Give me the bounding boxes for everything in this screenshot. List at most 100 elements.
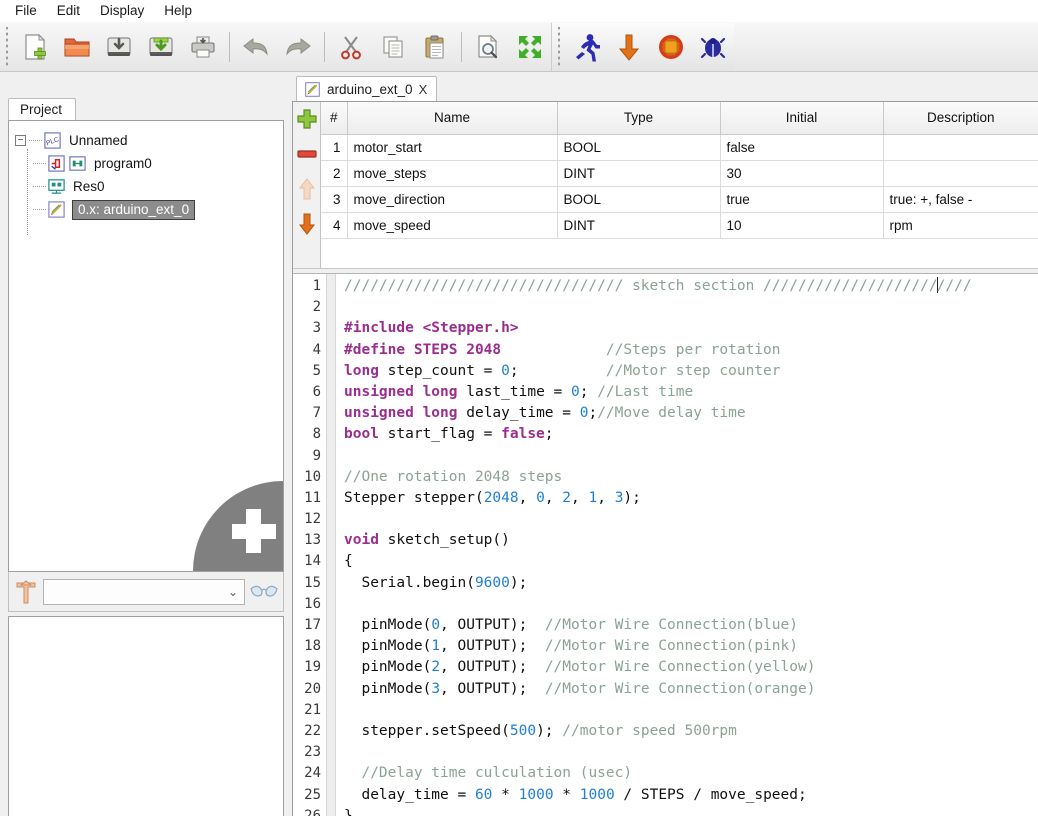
menu-bar: File Edit Display Help [0,0,1038,22]
code-line: } [344,806,1038,816]
cell-description[interactable]: rpm [883,212,1038,238]
connect-button[interactable] [650,25,692,69]
cell-name[interactable]: move_steps [347,160,557,186]
code-fold-margin[interactable] [327,274,336,816]
tree-item-res0[interactable]: Res0 [15,175,283,198]
menu-item-help[interactable]: Help [155,1,203,22]
toolbar-grip-icon[interactable] [3,27,12,67]
code-text-area[interactable]: //////////////////////////////// sketch … [336,274,1038,816]
cell-name[interactable]: motor_start [347,134,557,160]
column-header-description[interactable]: Description [883,102,1038,134]
save-as-button[interactable] [140,25,182,69]
fullscreen-button[interactable] [509,25,551,69]
redo-button[interactable] [277,25,319,69]
tab-arduino-ext-0[interactable]: arduino_ext_0 X [296,76,437,102]
code-line: pinMode(0, OUTPUT); //Motor Wire Connect… [344,615,1038,636]
debug-button[interactable] [692,25,734,69]
code-line: Serial.begin(9600); [344,573,1038,594]
table-row[interactable]: 2 move_steps DINT 30 [321,160,1038,186]
open-folder-icon [62,32,92,62]
variable-table: # Name Type Initial Description 1 motor_… [321,102,1038,239]
code-line: pinMode(3, OUTPUT); //Motor Wire Connect… [344,679,1038,700]
line-number: 8 [293,424,326,445]
add-from-library-icon[interactable] [13,577,39,607]
cell-name[interactable]: move_speed [347,212,557,238]
code-line [344,297,1038,318]
code-line: Stepper stepper(2048, 0, 2, 1, 3); [344,488,1038,509]
toolbar-separator [229,32,230,62]
line-number: 19 [293,657,326,678]
code-line [344,446,1038,467]
tab-project[interactable]: Project [8,98,76,121]
cell-description[interactable] [883,160,1038,186]
move-variable-up-button[interactable] [295,177,319,201]
plc-icon: PLC [43,131,62,150]
column-header-type[interactable]: Type [557,102,720,134]
cell-type[interactable]: DINT [557,160,720,186]
build-run-button[interactable] [566,25,608,69]
program-icon [47,154,66,173]
menu-item-edit[interactable]: Edit [48,1,91,22]
project-tree: − PLC Unnamed [8,120,284,572]
cell-initial[interactable]: 10 [720,212,883,238]
undo-button[interactable] [235,25,277,69]
move-variable-down-button[interactable] [295,212,319,236]
library-filter-combo[interactable]: ⌄ [43,579,245,605]
copy-button[interactable] [372,25,414,69]
table-row[interactable]: 4 move_speed DINT 10 rpm [321,212,1038,238]
arduino-ext-icon [304,81,321,98]
table-row[interactable]: 1 motor_start BOOL false [321,134,1038,160]
menu-item-file[interactable]: File [6,1,48,22]
column-header-num[interactable]: # [321,102,347,134]
cell-type[interactable]: BOOL [557,134,720,160]
save-button[interactable] [98,25,140,69]
cell-description[interactable]: true: +, false - [883,186,1038,212]
cell-type[interactable]: BOOL [557,186,720,212]
code-line: { [344,551,1038,572]
glasses-icon[interactable] [249,580,279,604]
undo-arrow-icon [240,33,272,61]
library-list-panel[interactable] [8,616,284,816]
code-editor[interactable]: 1234567891011121314151617181920212223242… [293,274,1038,816]
line-number: 1 [293,276,326,297]
cell-num: 4 [321,212,347,238]
close-icon[interactable]: X [419,82,428,97]
toolbar-grip-icon-2[interactable] [555,27,564,67]
cell-type[interactable]: DINT [557,212,720,238]
code-line [344,509,1038,530]
redo-arrow-icon [282,33,314,61]
variable-table-wrapper[interactable]: # Name Type Initial Description 1 motor_… [321,102,1038,268]
cut-button[interactable] [330,25,372,69]
find-button[interactable] [467,25,509,69]
line-number: 22 [293,721,326,742]
up-arrow-icon [297,177,317,201]
tree-item-program0[interactable]: program0 [15,152,283,175]
cell-initial[interactable]: true [720,186,883,212]
add-node-button[interactable] [193,481,283,571]
remove-variable-button[interactable] [295,142,319,166]
code-line: //One rotation 2048 steps [344,467,1038,488]
line-number: 2 [293,297,326,318]
column-header-initial[interactable]: Initial [720,102,883,134]
tree-item-unnamed[interactable]: − PLC Unnamed [15,129,283,152]
transfer-button[interactable] [608,25,650,69]
open-file-button[interactable] [56,25,98,69]
cell-initial[interactable]: false [720,134,883,160]
toolbar-separator [461,32,462,62]
new-file-button[interactable] [14,25,56,69]
editor-host: # Name Type Initial Description 1 motor_… [292,101,1038,816]
table-row[interactable]: 3 move_direction BOOL true true: +, fals… [321,186,1038,212]
cell-initial[interactable]: 30 [720,160,883,186]
menu-item-display[interactable]: Display [91,1,155,22]
print-button[interactable] [182,25,224,69]
tree-expander-icon[interactable]: − [15,135,26,146]
paste-button[interactable] [414,25,456,69]
add-variable-button[interactable] [295,107,319,131]
tree-item-arduino-ext-0[interactable]: 0.x: arduino_ext_0 [15,198,283,221]
cell-description[interactable] [883,134,1038,160]
line-number: 5 [293,361,326,382]
tree-item-label-selected: 0.x: arduino_ext_0 [72,200,195,220]
cell-name[interactable]: move_direction [347,186,557,212]
project-tabstrip: Project [8,94,76,120]
column-header-name[interactable]: Name [347,102,557,134]
